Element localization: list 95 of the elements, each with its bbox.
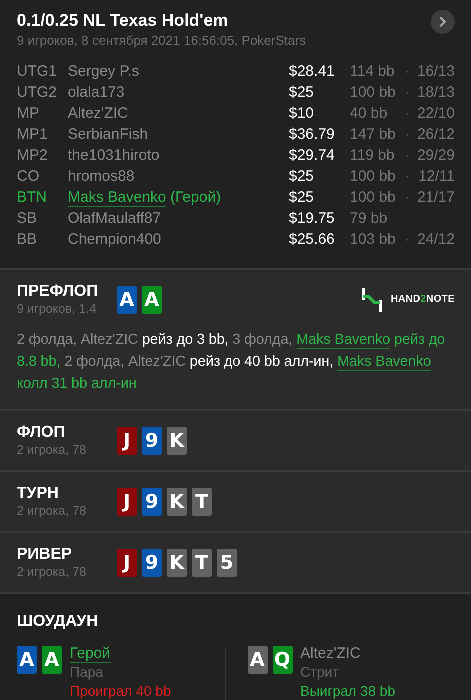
stack-bb: 100 bb [350,167,397,187]
result-label: Выиграл 38 bb [300,682,396,700]
separator-dot: · [405,83,410,103]
player-stats: 22/10 [417,104,455,124]
separator-dot: · [405,125,410,145]
player-name: the1031hiroto [68,147,160,164]
separator-dot: · [405,188,410,208]
position-label: MP1 [17,125,49,145]
position-label: SB [17,209,38,229]
player-link[interactable]: Maks Bavenko [68,189,166,207]
player-name: OlafMaulaff87 [68,210,162,227]
player-link[interactable]: Герой [70,645,111,663]
player-stats: 12/11 [418,167,455,187]
playing-card: A [117,286,137,314]
player-name: Sergey P.s [68,63,140,80]
street-title: ТУРН [17,484,60,504]
hero-label: (Герой) [170,189,222,206]
position-label: MP [17,104,40,124]
position-label: CO [17,167,40,187]
stack-bb: 100 bb [350,83,397,103]
result-label: Проиграл 40 bb [70,682,172,700]
stack-amount: $25 [289,83,316,103]
hand-info: 9 игроков, 8 сентября 2021 16:56:05, PokerStars [17,32,306,50]
player-name: Altez'ZIC [300,645,361,662]
player-name: Chempion400 [68,231,162,248]
street-info: 2 игрока, 78 [17,565,88,580]
separator-dot: · [405,146,410,166]
position-label: BB [17,230,38,250]
player-name: olala173 [68,84,125,101]
chevron-right-icon [439,16,447,28]
separator-dot: · [405,167,410,187]
playing-card: A [142,286,162,314]
stack-bb: 100 bb [350,188,397,208]
stack-amount: $36.79 [289,125,336,145]
player-link[interactable]: Maks Bavenko [296,332,390,349]
showdown-title: ШОУДАУН [17,612,100,632]
playing-card: A [248,646,268,674]
position-label: UTG1 [17,62,58,82]
logo-icon [360,286,383,312]
player-name: Altez'ZIC [68,105,128,122]
next-button[interactable] [431,10,455,34]
street-info: 2 игрока, 78 [17,443,88,458]
logo-text: HAND2NOTE [390,294,455,305]
hand-title: 0.1/0.25 NL Texas Hold'em [17,10,230,32]
street-info: 2 игрока, 78 [17,504,88,519]
stack-amount: $25 [289,167,316,187]
hand-rank: Пара [70,663,104,682]
player-stats: 18/13 [417,83,455,103]
player-link[interactable]: Maks Bavenko [337,354,432,371]
playing-card: K [167,426,187,454]
separator-dot: · [405,104,410,124]
stack-amount: $19.75 [289,209,336,229]
street-title: РИВЕР [17,545,74,565]
playing-card: T [192,488,212,516]
stack-amount: $25.66 [289,230,336,250]
playing-card: J [117,488,137,516]
player-stats: 29/29 [417,146,455,166]
hand-rank: Стрит [300,663,340,682]
player-stats: 26/12 [417,125,455,145]
player-stats: 24/12 [417,230,455,250]
playing-card: A [42,646,62,674]
playing-card: Q [272,646,292,674]
position-label: MP2 [17,146,49,166]
action-log: 2 фолда, Altez'ZIC рейз до 3 bb, 3 фолда, Maks Bavenko рейз до 8.8 bb, 2 фолда, Altez'ZIC рейз до 40 bb алл-ин, Maks Bavenko колл 31 bb алл-ин [17,331,446,394]
stack-bb: 119 bb [350,146,396,166]
playing-card: 9 [142,488,162,516]
player-stats: 16/13 [417,62,455,82]
stack-bb: 103 bb [350,230,397,250]
playing-card: J [117,426,137,454]
stack-bb: 147 bb [350,125,397,145]
playing-card: 9 [142,548,162,576]
player-name: SerbianFish [68,126,148,143]
position-label: BTN [17,188,48,208]
stack-amount: $29.74 [289,146,336,166]
playing-card: J [117,548,137,576]
player-stats: 21/17 [417,188,455,208]
street-title: ФЛОП [17,423,66,443]
stack-amount: $28.41 [289,62,336,82]
playing-card: 5 [217,548,237,576]
position-label: UTG2 [17,83,58,103]
separator-dot: · [405,230,410,250]
street-title: ПРЕФЛОП [17,282,100,302]
playing-card: T [192,548,212,576]
playing-card: A [17,646,37,674]
stack-bb: 79 bb [350,209,389,229]
separator-dot: · [405,62,410,82]
stack-amount: $25 [289,188,316,208]
playing-card: K [167,548,187,576]
playing-card: 9 [142,426,162,454]
player-name: hromos88 [68,168,135,185]
street-info: 9 игроков, 1.4 [17,302,98,317]
playing-card: K [167,488,187,516]
stack-amount: $10 [289,104,316,124]
stack-bb: 114 bb [350,62,396,82]
stack-bb: 40 bb [350,104,389,124]
